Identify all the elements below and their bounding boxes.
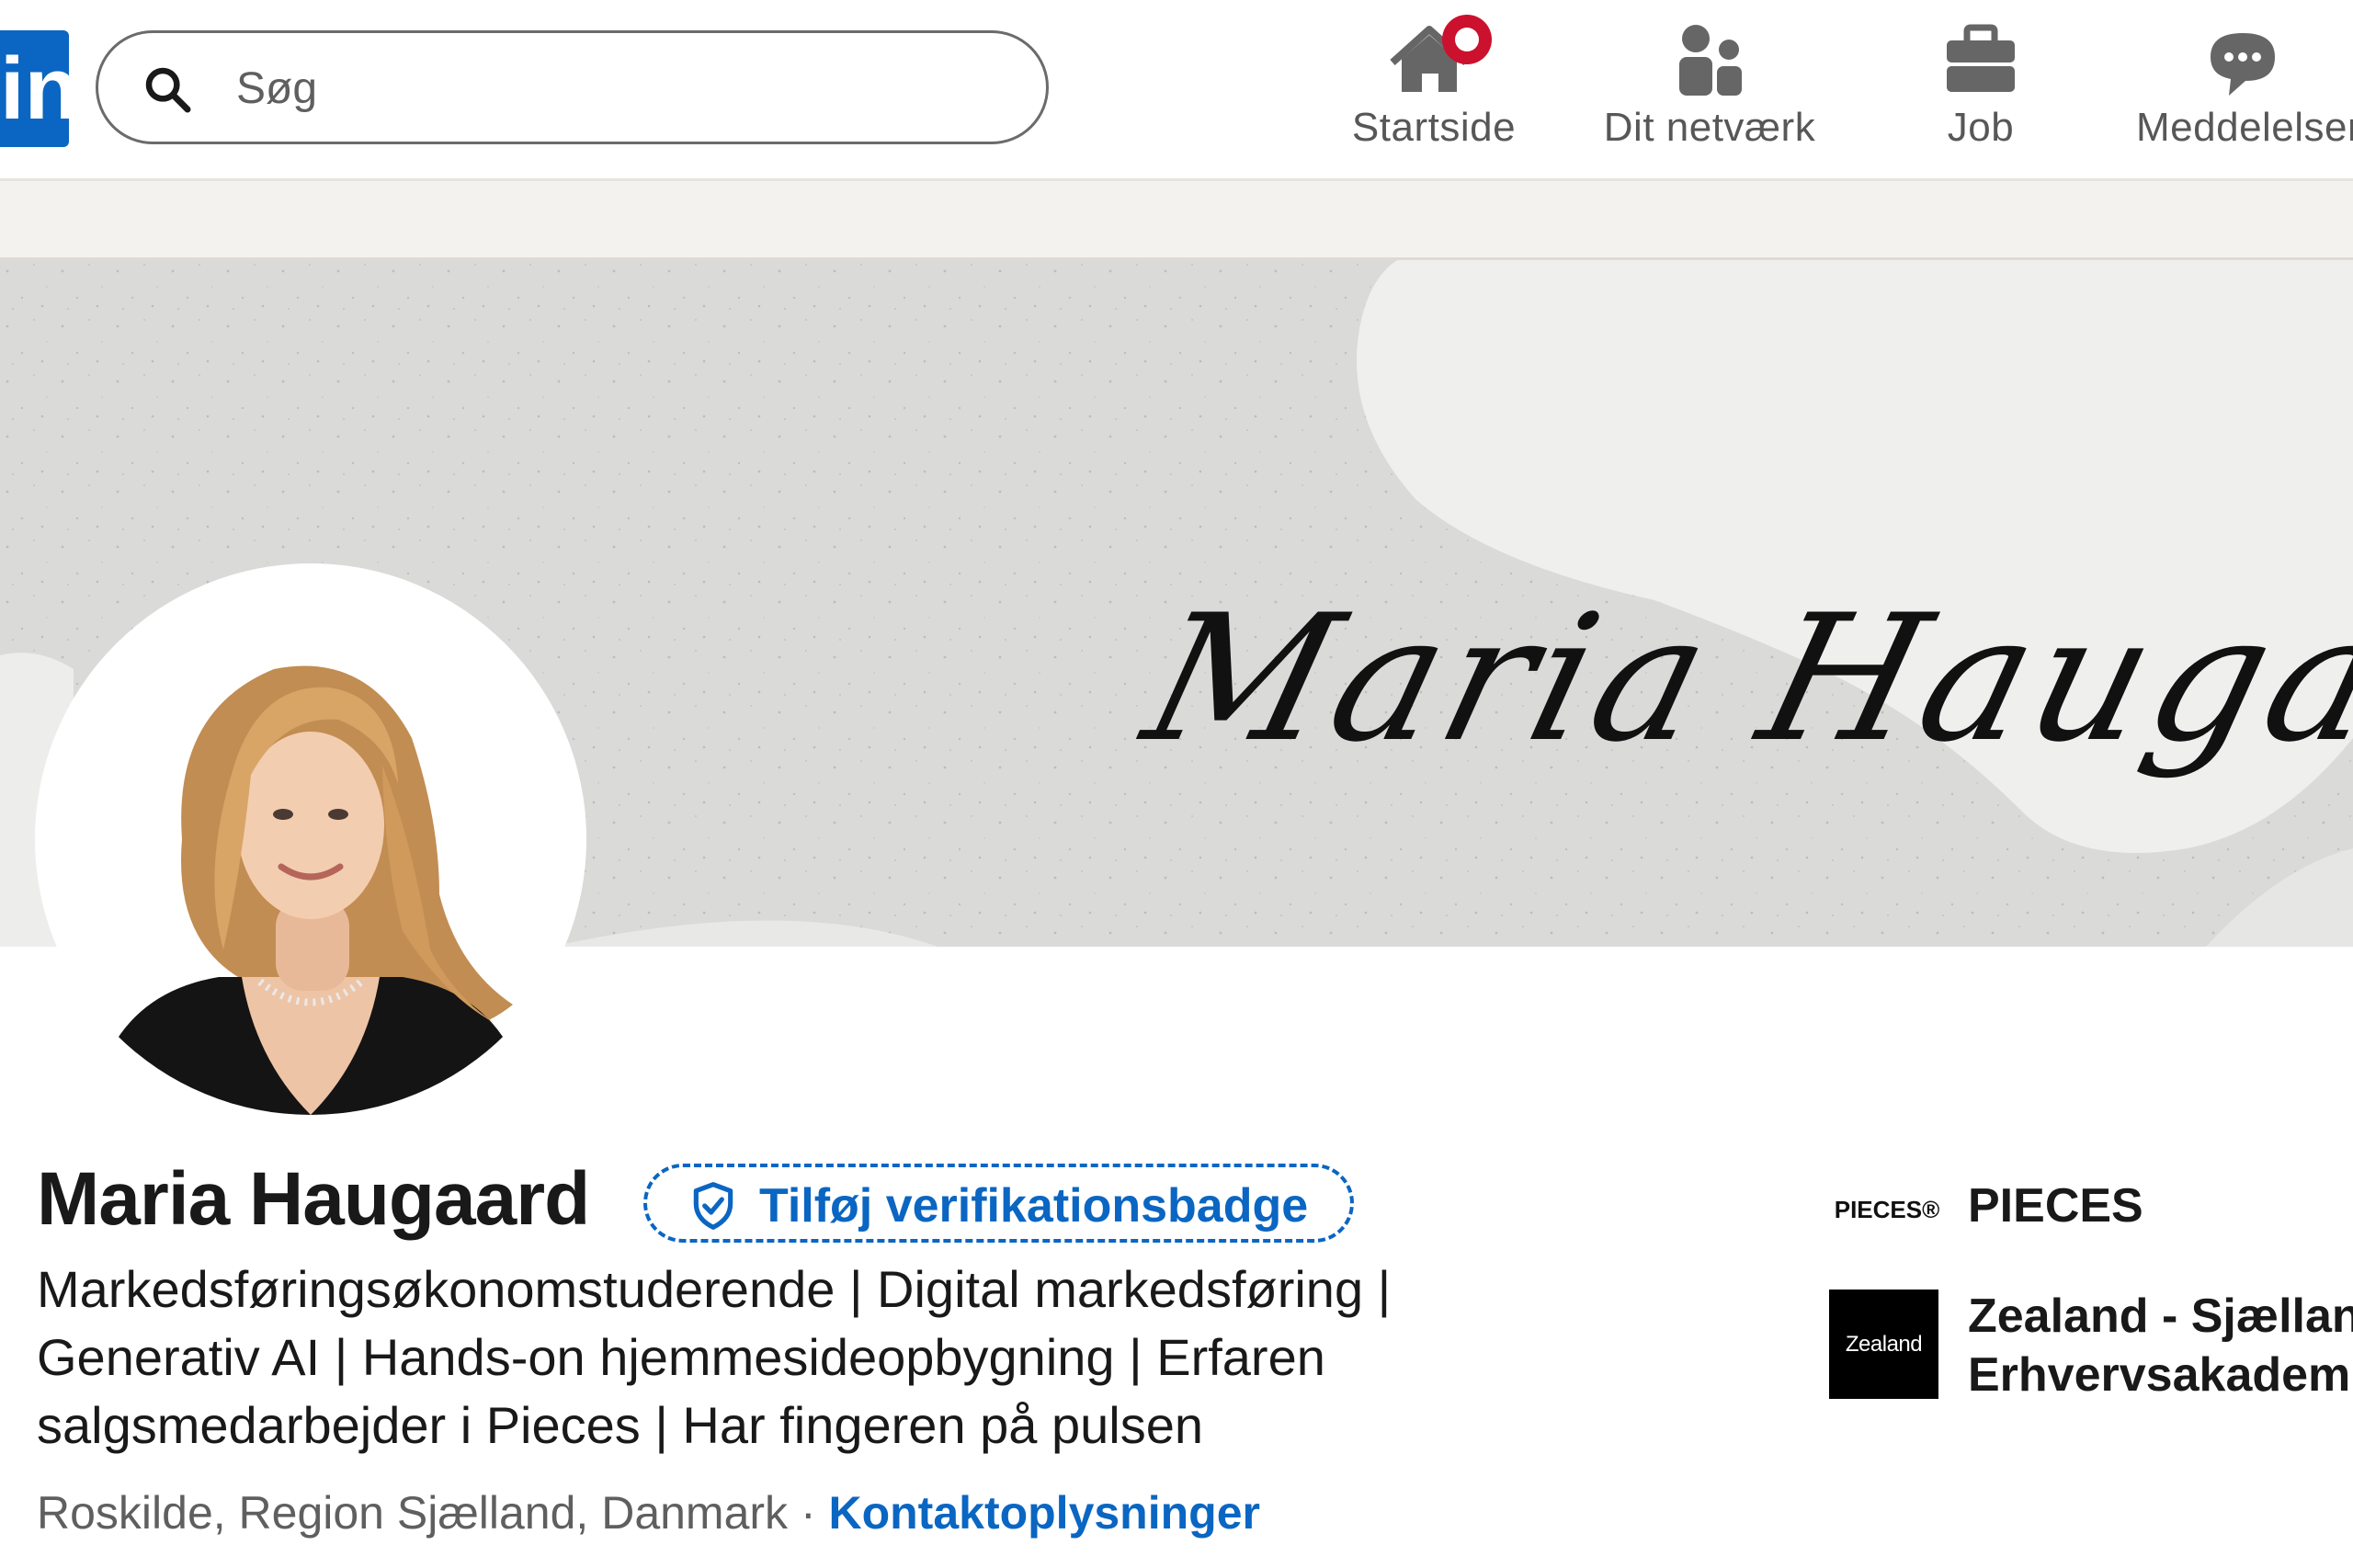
- nav-item-jobs[interactable]: Job: [1926, 20, 2036, 158]
- nav-item-home[interactable]: Startside: [1342, 15, 1526, 158]
- avatar: [35, 563, 586, 1115]
- nav-item-network[interactable]: Dit netværk: [1581, 20, 1838, 158]
- nav-item-messaging-label: Meddelelser: [2136, 105, 2353, 150]
- education-zealand-line1: Zealand - Sjællands: [1968, 1290, 2353, 1343]
- nav-item-home-label: Startside: [1351, 105, 1517, 150]
- banner-signature: Maria Haugaard: [1128, 577, 2353, 780]
- search-bar[interactable]: [96, 30, 1049, 144]
- profile-headline: Markedsføringsøkonomstuderende | Digital…: [37, 1260, 1392, 1454]
- network-icon: [1679, 25, 1742, 96]
- pieces-logo[interactable]: PIECES®: [1832, 1184, 1942, 1235]
- zealand-logo[interactable]: Zealand: [1829, 1290, 1938, 1399]
- profile-photo[interactable]: [35, 563, 586, 1115]
- search-icon: [145, 67, 191, 113]
- location-separator: ·: [788, 1487, 829, 1539]
- add-verification-badge-button[interactable]: Tilføj verifikationsbadge: [643, 1164, 1354, 1243]
- notification-badge: [1442, 15, 1492, 64]
- education-zealand-line2: Erhvervsakademi: [1968, 1348, 2353, 1402]
- briefcase-icon: [1947, 24, 2015, 92]
- add-verification-badge-label: Tilføj verifikationsbadge: [759, 1179, 1309, 1233]
- search-input[interactable]: [234, 57, 1019, 119]
- linkedin-logo[interactable]: in: [0, 30, 69, 147]
- nav-item-jobs-label: Job: [1947, 105, 2015, 150]
- profile-location-row: Roskilde, Region Sjælland, Danmark · Kon…: [37, 1486, 1260, 1540]
- nav-item-network-label: Dit netværk: [1603, 105, 1816, 150]
- profile-location: Roskilde, Region Sjælland, Danmark: [37, 1487, 789, 1539]
- education-zealand[interactable]: Zealand - Sjællands Erhvervsakademi: [1968, 1287, 2353, 1404]
- nav-item-messaging[interactable]: Meddelelser: [2132, 20, 2353, 158]
- messaging-icon: [2211, 33, 2275, 96]
- experience-pieces[interactable]: PIECES: [1968, 1178, 2143, 1233]
- profile-name: Maria Haugaard: [37, 1157, 590, 1241]
- top-navigation: in Startside Dit netværk: [0, 0, 2353, 181]
- contact-info-link[interactable]: Kontaktoplysninger: [828, 1487, 1259, 1539]
- shield-check-icon: [693, 1182, 733, 1230]
- logo-text: in: [0, 40, 69, 138]
- secondary-bar: [0, 181, 2353, 260]
